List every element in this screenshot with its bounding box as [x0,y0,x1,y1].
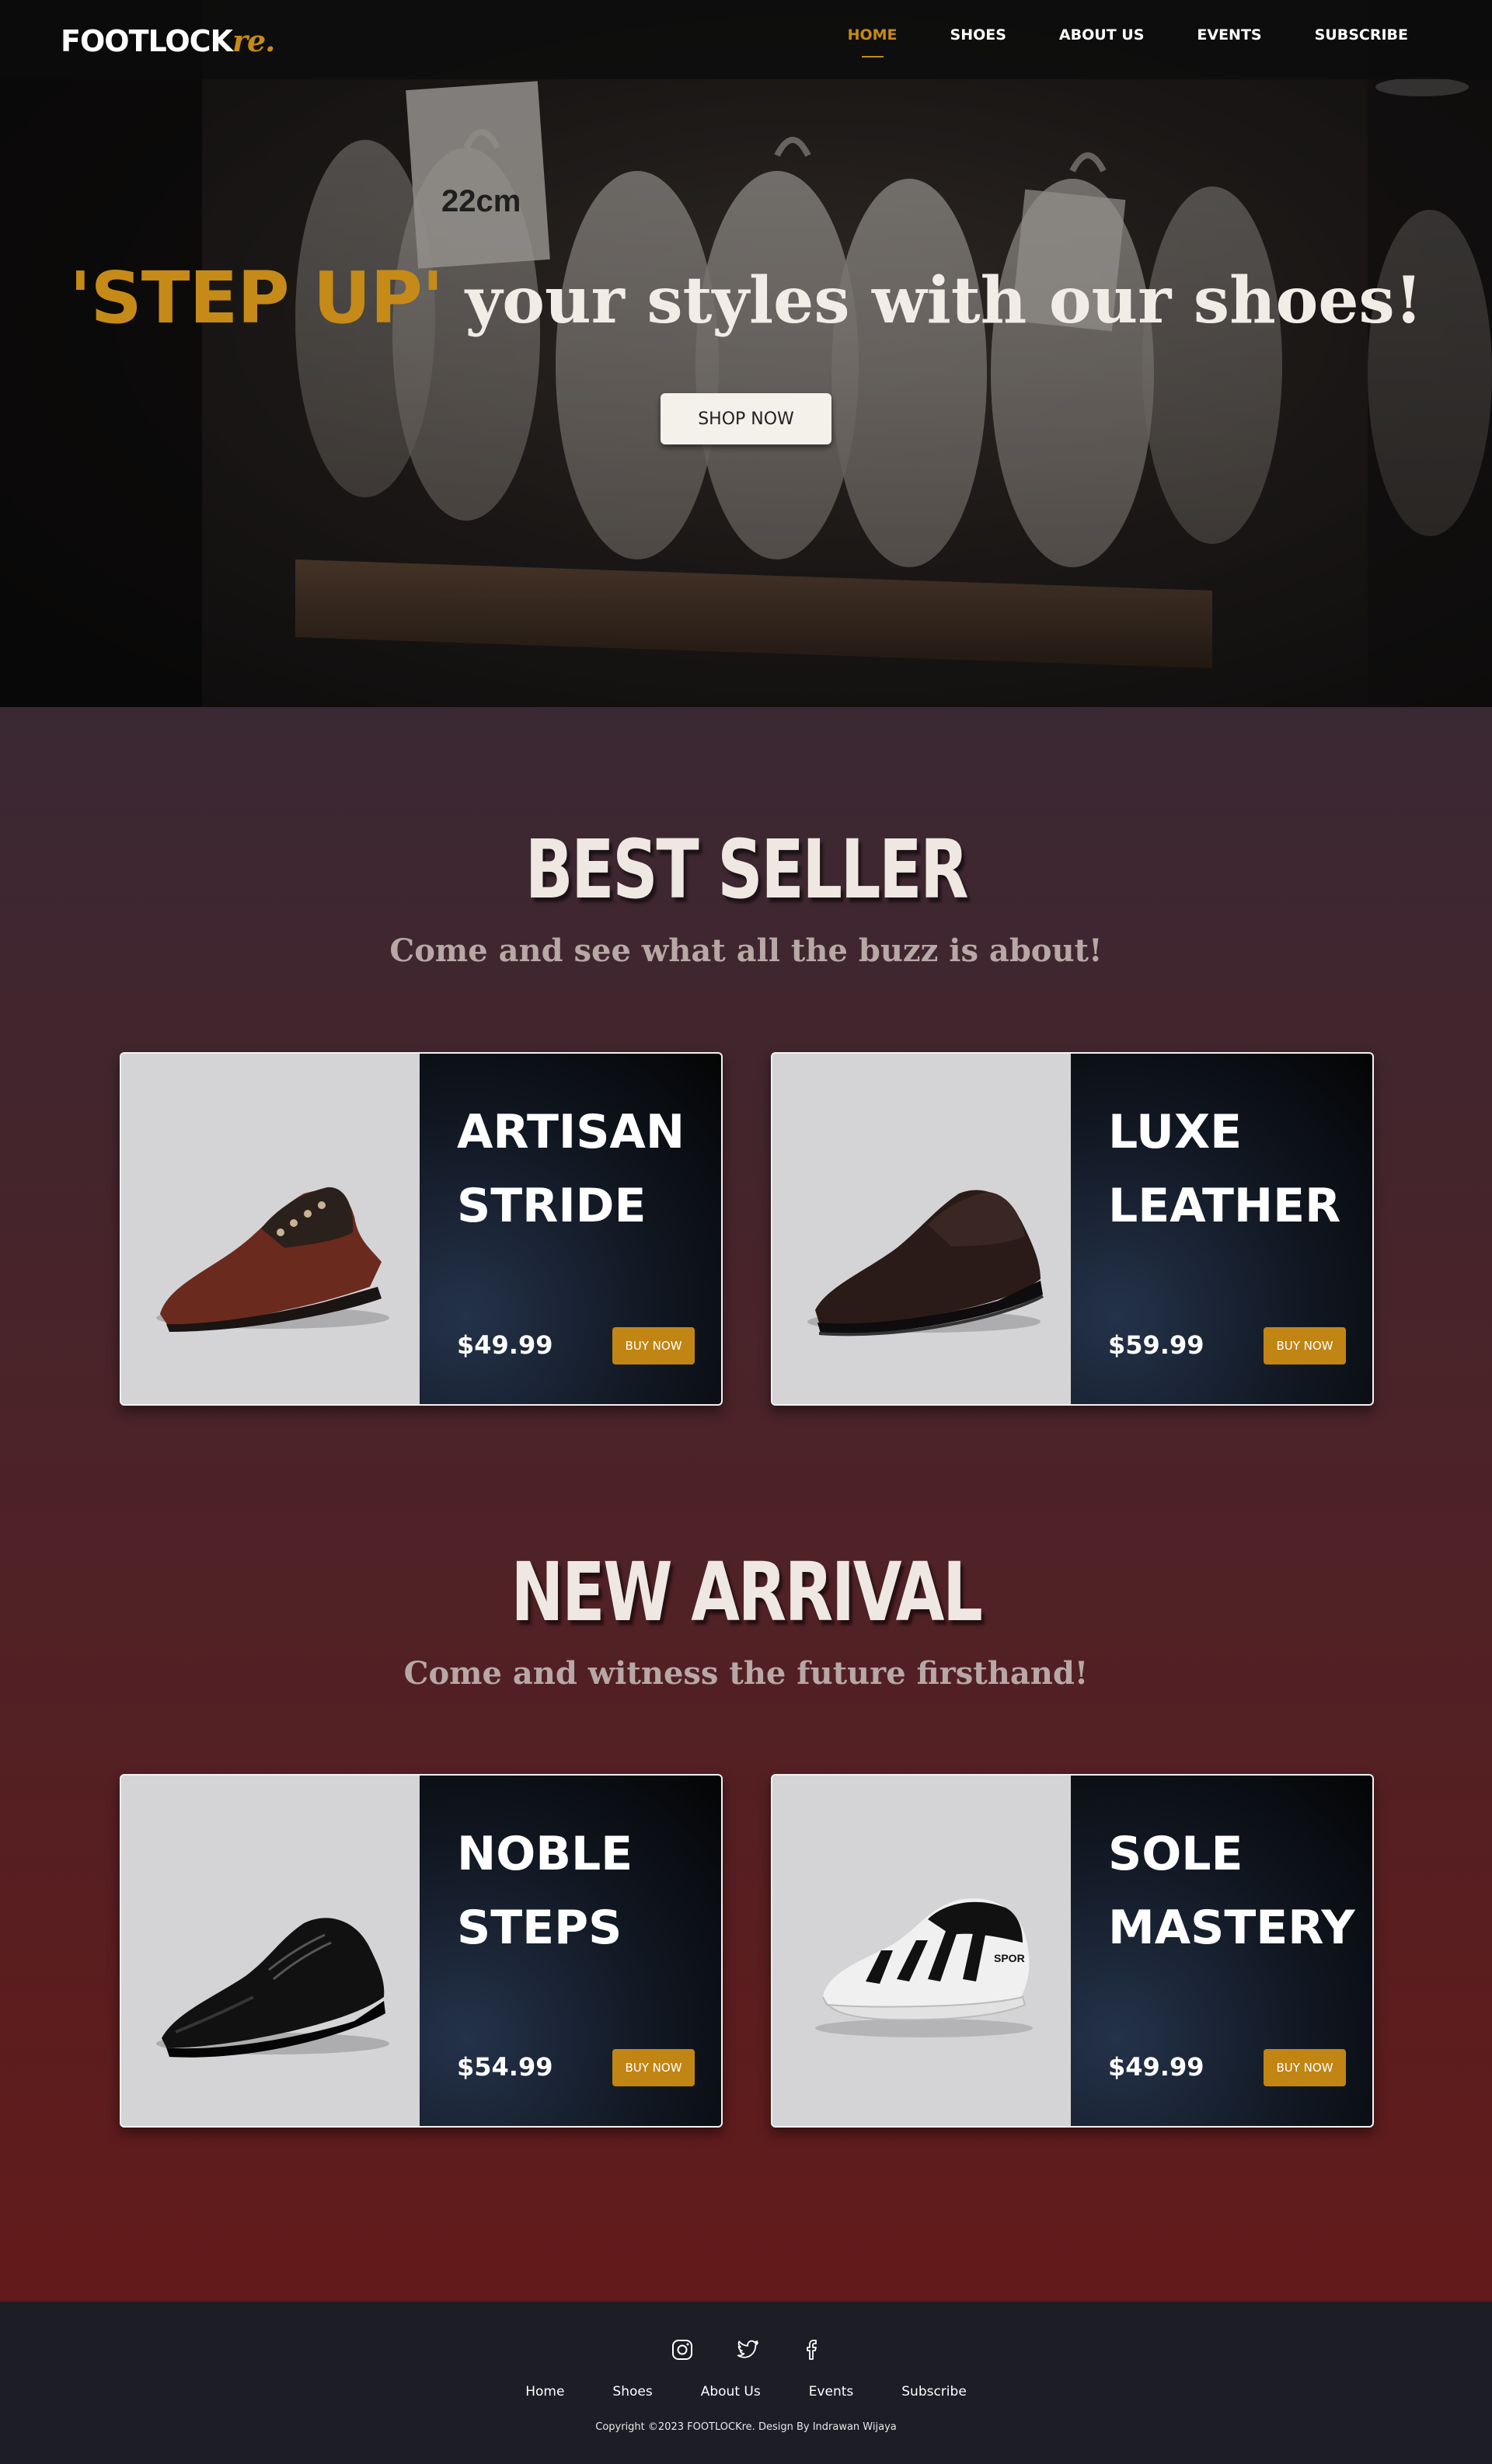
svg-text:SPOR: SPOR [994,1952,1025,1964]
social-links [667,2334,828,2365]
footer-link-subscribe[interactable]: Subscribe [901,2384,967,2400]
product-price: $49.99 [1108,2052,1204,2082]
nav-links: HOME SHOES ABOUT US EVENTS SUBSCRIBE [848,26,1408,58]
product-name: SOLE MASTERY [1108,1827,1355,1955]
nav-item-shoes[interactable]: SHOES [950,26,1006,51]
product-image [121,1776,420,2126]
hero-title-highlight: 'STEP UP' [69,256,444,340]
black-dress-shoe-icon [156,1918,389,2058]
instagram-icon[interactable] [667,2334,698,2365]
product-image [121,1054,420,1404]
product-price: $59.99 [1108,1330,1204,1360]
shop-now-button[interactable]: SHOP NOW [661,393,831,444]
nav-item-subscribe[interactable]: SUBSCRIBE [1315,26,1408,51]
buy-now-button[interactable]: BUY NOW [612,1327,695,1364]
product-image [772,1054,1071,1404]
product-card-luxe-leather: LUXE LEATHER $59.99 BUY NOW [771,1052,1374,1406]
product-price: $49.99 [457,1330,553,1360]
sneaker-icon: SPOR [815,1898,1033,2037]
product-price: $54.99 [457,2052,553,2082]
buy-now-button[interactable]: BUY NOW [1264,1327,1346,1364]
dark-loafer-shoe-icon [807,1190,1044,1337]
product-info-panel: ARTISAN STRIDE $49.99 BUY NOW [420,1054,721,1404]
product-card-noble-steps: NOBLE STEPS $54.99 BUY NOW [120,1774,723,2128]
hero-title-text: your styles with our shoes! [443,263,1423,338]
product-name: NOBLE STEPS [457,1827,633,1955]
new-arrival-subtitle: Come and witness the future firsthand! [403,1655,1089,1692]
product-card-sole-mastery: SPOR SOLE MASTERY $49.99 BUY NOW [771,1774,1374,2128]
buy-now-button[interactable]: BUY NOW [612,2049,695,2086]
product-name: ARTISAN STRIDE [457,1105,685,1233]
nav-item-home[interactable]: HOME [848,26,898,58]
brown-oxford-shoe-icon [156,1187,389,1332]
top-navigation: FOOTLOCKre. HOME SHOES ABOUT US EVENTS S… [0,0,1492,79]
footer-link-events[interactable]: Events [809,2384,854,2400]
product-card-artisan-stride: ARTISAN STRIDE $49.99 BUY NOW [120,1052,723,1406]
hero-section: 22cm 'STEP UP' your styles with our shoe… [0,0,1492,707]
buy-now-button[interactable]: BUY NOW [1264,2049,1346,2086]
best-seller-title: BEST SELLER [525,822,969,917]
hero-title: 'STEP UP' your styles with our shoes! [0,256,1492,340]
best-seller-subtitle: Come and see what all the buzz is about! [389,932,1103,969]
footer-links: Home Shoes About Us Events Subscribe [0,2384,1492,2400]
footer-link-shoes[interactable]: Shoes [612,2384,652,2400]
main-content: BEST SELLER Come and see what all the bu… [0,707,1492,2302]
twitter-icon[interactable] [732,2334,763,2365]
product-info-panel: NOBLE STEPS $54.99 BUY NOW [420,1776,721,2126]
brand-logo[interactable]: FOOTLOCKre. [61,23,275,58]
brand-name: FOOTLOCK [61,24,233,58]
product-image: SPOR [772,1776,1071,2126]
brand-accent: re. [232,23,275,58]
nav-item-events[interactable]: EVENTS [1197,26,1261,51]
footer: Home Shoes About Us Events Subscribe Cop… [0,2302,1492,2464]
facebook-icon[interactable] [797,2334,828,2365]
product-info-panel: LUXE LEATHER $59.99 BUY NOW [1071,1054,1372,1404]
nav-item-about-us[interactable]: ABOUT US [1059,26,1144,51]
footer-link-about-us[interactable]: About Us [701,2384,761,2400]
product-info-panel: SOLE MASTERY $49.99 BUY NOW [1071,1776,1372,2126]
product-name: LUXE LEATHER [1108,1105,1341,1233]
new-arrival-title: NEW ARRIVAL [511,1545,983,1640]
footer-link-home[interactable]: Home [525,2384,564,2400]
copyright-text: Copyright ©2023 FOOTLOCKre. Design By In… [595,2421,897,2433]
